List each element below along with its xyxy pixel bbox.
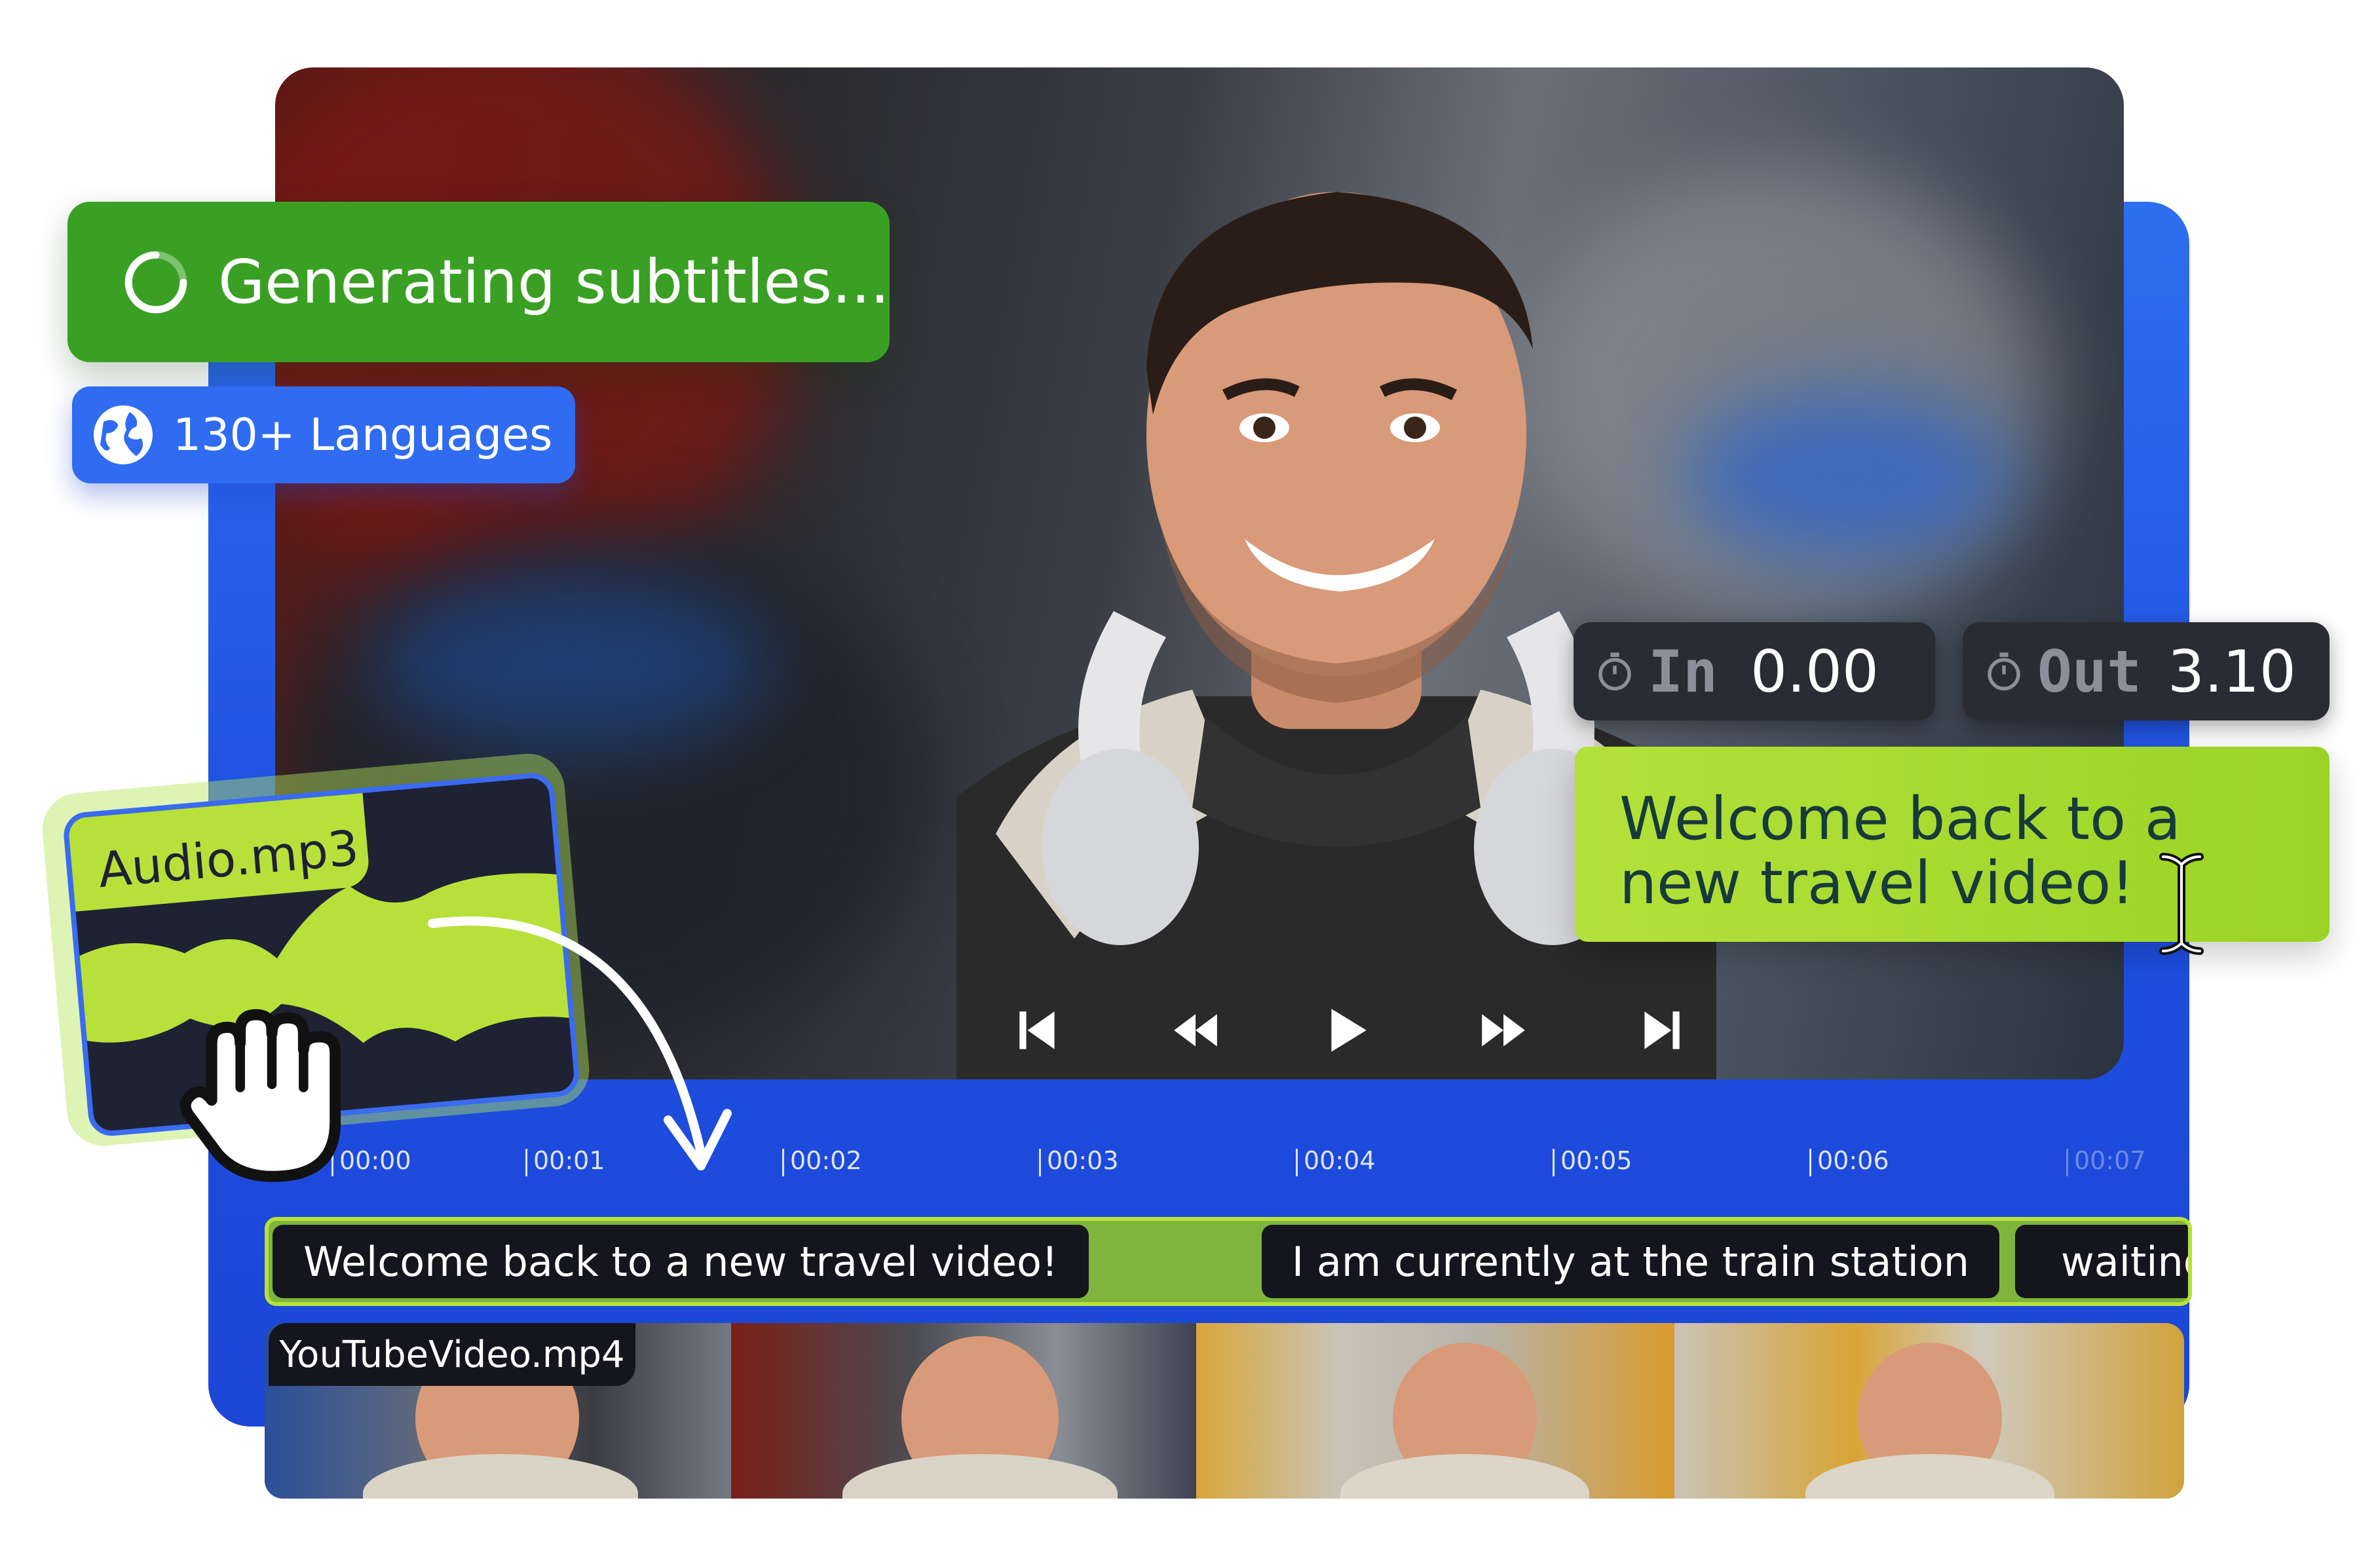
tick-label: 00:07 — [2066, 1146, 2146, 1176]
rewind-icon[interactable] — [1166, 1001, 1225, 1060]
subtitle-segment[interactable]: I am currently at the train station — [1262, 1225, 1999, 1298]
video-thumbnail — [1196, 1323, 1674, 1499]
tick-label: 00:06 — [1809, 1146, 1889, 1176]
fast-forward-icon[interactable] — [1474, 1001, 1533, 1060]
out-label: Out — [2037, 637, 2142, 705]
in-label: In — [1648, 637, 1718, 705]
in-time-chip[interactable]: In 0.00 — [1574, 622, 1935, 720]
subtitle-editor[interactable]: Welcome back to a new travel video! — [1575, 747, 2330, 942]
languages-badge: 130+ Languages — [72, 386, 575, 483]
play-icon[interactable] — [1317, 1001, 1376, 1060]
out-time-chip[interactable]: Out 3.10 — [1963, 622, 2330, 720]
grab-hand-icon — [179, 1009, 341, 1182]
skip-to-end-icon[interactable] — [1631, 1001, 1690, 1060]
stopwatch-icon — [1988, 652, 2020, 691]
subtitle-track[interactable]: Welcome back to a new travel video! I am… — [265, 1217, 2192, 1306]
languages-label: 130+ Languages — [173, 409, 553, 461]
video-clip-label: YouTubeVideo.mp4 — [269, 1323, 635, 1386]
tick-label: 00:03 — [1039, 1146, 1119, 1176]
loading-spinner-icon — [124, 251, 187, 313]
generating-subtitles-label: Generating subtitles... — [218, 247, 890, 317]
subtitle-segment[interactable]: waiting — [2015, 1225, 2188, 1298]
tick-label: 00:02 — [782, 1146, 862, 1176]
skip-to-start-icon[interactable] — [1009, 1001, 1068, 1060]
video-thumbnail — [731, 1323, 1196, 1499]
text-cursor-icon — [2159, 853, 2204, 955]
out-value: 3.10 — [2167, 637, 2296, 705]
in-value: 0.00 — [1750, 637, 1879, 705]
video-thumbnail — [1674, 1323, 2184, 1499]
tick-label: 00:04 — [1296, 1146, 1376, 1176]
stopwatch-icon — [1598, 652, 1631, 691]
drag-arrow-icon — [428, 916, 732, 1170]
generating-subtitles-card: Generating subtitles... — [67, 202, 890, 362]
subtitle-segment[interactable]: Welcome back to a new travel video! — [273, 1225, 1089, 1298]
globe-icon — [94, 405, 153, 464]
tick-label: 00:05 — [1553, 1146, 1633, 1176]
